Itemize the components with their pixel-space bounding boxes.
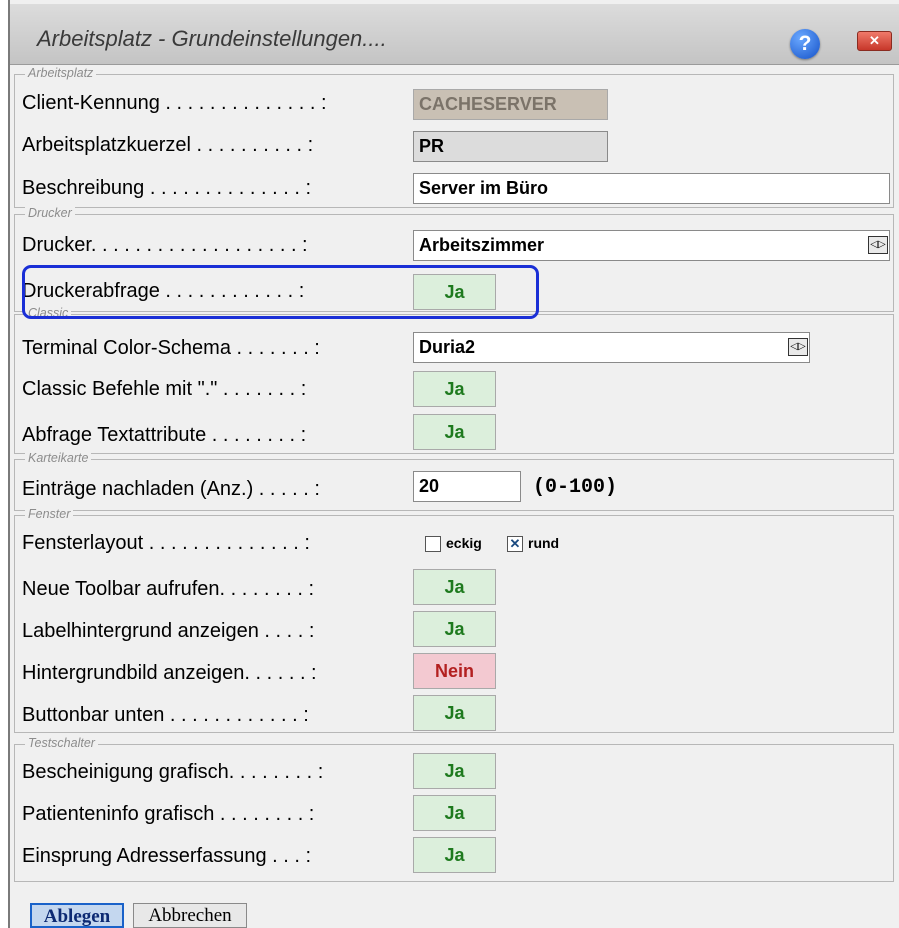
spinner-arrows-icon[interactable]: ◁▷ (788, 338, 808, 356)
group-label-testschalter: Testschalter (25, 736, 98, 750)
spinner-arrows-icon[interactable]: ◁▷ (868, 236, 888, 254)
abbrechen-button[interactable]: Abbrechen (133, 903, 247, 928)
label-drucker: Drucker. . . . . . . . . . . . . . . . .… (22, 234, 308, 256)
range-hint: (0-100) (533, 476, 618, 499)
beschreibung-field[interactable]: Server im Büro (413, 173, 890, 204)
label-abfrage-textattribute: Abfrage Textattribute . . . . . . . . : (22, 424, 307, 446)
einsprung-toggle[interactable]: Ja (413, 837, 496, 873)
label-terminal-color: Terminal Color-Schema . . . . . . . : (22, 337, 320, 359)
ablegen-button[interactable]: Ablegen (30, 903, 124, 928)
highlight-frame (22, 265, 539, 319)
label-classic-befehle: Classic Befehle mit "." . . . . . . . : (22, 378, 307, 400)
client-kennung-field: CACHESERVER (413, 89, 608, 120)
label-fensterlayout: Fensterlayout . . . . . . . . . . . . . … (22, 532, 310, 554)
eintraege-nachladen-field[interactable]: 20 (413, 471, 521, 502)
classic-befehle-toggle[interactable]: Ja (413, 371, 496, 407)
eckig-label: eckig (446, 535, 482, 551)
buttonbar-unten-toggle[interactable]: Ja (413, 695, 496, 731)
drucker-select[interactable]: Arbeitszimmer (413, 230, 890, 261)
close-icon[interactable]: ✕ (857, 31, 892, 51)
terminal-color-select[interactable]: Duria2 (413, 332, 810, 363)
label-einsprung: Einsprung Adresserfassung . . . : (22, 845, 312, 867)
label-beschreibung: Beschreibung . . . . . . . . . . . . . .… (22, 177, 312, 199)
rund-label: rund (528, 535, 560, 551)
hintergrundbild-toggle[interactable]: Nein (413, 653, 496, 689)
label-hintergrundbild: Hintergrundbild anzeigen. . . . . . : (22, 662, 317, 684)
labelhintergrund-toggle[interactable]: Ja (413, 611, 496, 647)
label-arbeitsplatzkuerzel: Arbeitsplatzkuerzel . . . . . . . . . . … (22, 134, 314, 156)
help-icon[interactable]: ? (790, 29, 820, 59)
settings-dialog: Arbeitsplatz - Grundeinstellungen.... ? … (8, 0, 899, 928)
rund-checkbox[interactable]: ✕ (507, 536, 523, 552)
label-bescheinigung: Bescheinigung grafisch. . . . . . . . : (22, 761, 324, 783)
group-label-drucker: Drucker (25, 206, 75, 220)
label-labelhintergrund: Labelhintergrund anzeigen . . . . : (22, 620, 315, 642)
group-label-karteikarte: Karteikarte (25, 451, 92, 465)
bescheinigung-toggle[interactable]: Ja (413, 753, 496, 789)
label-buttonbar-unten: Buttonbar unten . . . . . . . . . . . . … (22, 704, 309, 726)
abfrage-textattribute-toggle[interactable]: Ja (413, 414, 496, 450)
label-patienteninfo: Patienteninfo grafisch . . . . . . . . : (22, 803, 315, 825)
label-neue-toolbar: Neue Toolbar aufrufen. . . . . . . . : (22, 578, 315, 600)
label-client-kennung: Client-Kennung . . . . . . . . . . . . .… (22, 92, 327, 114)
group-label-fenster: Fenster (25, 507, 74, 521)
dialog-title: Arbeitsplatz - Grundeinstellungen.... (37, 26, 387, 51)
eckig-checkbox[interactable] (425, 536, 441, 552)
group-label-arbeitsplatz: Arbeitsplatz (25, 66, 97, 80)
title-bar: Arbeitsplatz - Grundeinstellungen.... ? … (10, 4, 899, 65)
patienteninfo-toggle[interactable]: Ja (413, 795, 496, 831)
label-eintraege-nachladen: Einträge nachladen (Anz.) . . . . . : (22, 478, 320, 500)
neue-toolbar-toggle[interactable]: Ja (413, 569, 496, 605)
arbeitsplatzkuerzel-field[interactable]: PR (413, 131, 608, 162)
